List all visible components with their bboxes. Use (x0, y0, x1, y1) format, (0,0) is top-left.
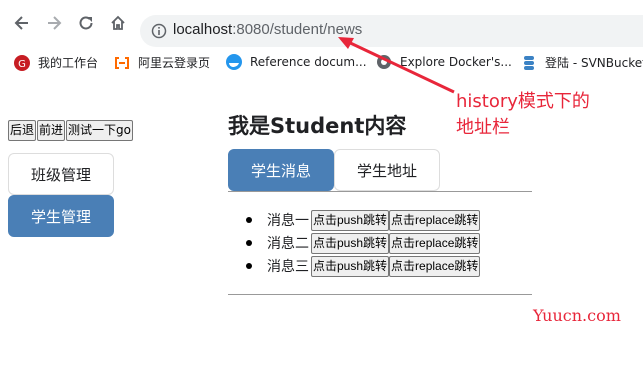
bookmark-item[interactable]: 阿里云登录页 (114, 54, 210, 71)
watermark: Yuucn.com (533, 306, 621, 325)
annotation-arrow (338, 37, 455, 94)
tab-student-address[interactable]: 学生地址 (334, 149, 440, 191)
list-item: 消息二 点击push跳转 点击replace跳转 (246, 232, 481, 254)
replace-button[interactable]: 点击replace跳转 (389, 209, 481, 231)
back-button[interactable]: 后退 (8, 120, 37, 141)
forward-icon[interactable] (42, 11, 66, 35)
message-text: 消息二 (267, 236, 309, 252)
bookmark-label: 登陆 - SVNBucket (545, 56, 643, 70)
annotation-note: history模式下的 地址栏 (456, 89, 636, 141)
list-item: 消息一 点击push跳转 点击replace跳转 (246, 209, 481, 231)
divider (228, 294, 532, 295)
sidebar-item-class[interactable]: 班级管理 (8, 153, 114, 195)
message-text: 消息三 (267, 259, 309, 275)
bullet (246, 263, 252, 269)
database-icon (521, 55, 537, 71)
page-title: 我是Student内容 (228, 114, 407, 138)
bullet (246, 217, 252, 223)
info-icon[interactable] (151, 23, 167, 43)
bookmarks-bar: G 我的工作台 阿里云登录页 Reference docum... Explor… (0, 48, 643, 76)
docker-icon (226, 54, 242, 70)
svg-text:G: G (18, 59, 26, 70)
divider (228, 191, 532, 192)
annotation-line: history模式下的 (456, 91, 590, 112)
message-text: 消息一 (267, 213, 309, 229)
replace-button[interactable]: 点击replace跳转 (389, 232, 481, 254)
push-button[interactable]: 点击push跳转 (311, 255, 390, 277)
tab-student-news[interactable]: 学生消息 (228, 149, 334, 191)
browser-toolbar: localhost:8080/student/news (0, 0, 643, 47)
push-button[interactable]: 点击push跳转 (311, 232, 390, 254)
aliyun-icon (114, 55, 130, 71)
sidebar-item-student[interactable]: 学生管理 (8, 195, 114, 237)
back-icon[interactable] (10, 11, 34, 35)
push-button[interactable]: 点击push跳转 (311, 209, 390, 231)
replace-button[interactable]: 点击replace跳转 (389, 255, 481, 277)
url-host: localhost (173, 21, 233, 38)
forward-button[interactable]: 前进 (37, 120, 66, 141)
home-icon[interactable] (106, 11, 130, 35)
reload-icon[interactable] (74, 11, 98, 35)
bookmark-label: 我的工作台 (38, 56, 99, 70)
bookmark-label: 阿里云登录页 (138, 56, 211, 70)
gitee-icon: G (14, 54, 30, 71)
bullet (246, 240, 252, 246)
annotation-line: 地址栏 (456, 117, 510, 138)
list-item: 消息三 点击push跳转 点击replace跳转 (246, 255, 481, 277)
bookmark-item[interactable]: 登陆 - SVNBucket (521, 54, 643, 71)
router-button-row: 后退 前进 测试一下go (8, 120, 134, 141)
bookmark-item[interactable]: G 我的工作台 (14, 54, 98, 71)
test-go-button[interactable]: 测试一下go (66, 120, 133, 141)
